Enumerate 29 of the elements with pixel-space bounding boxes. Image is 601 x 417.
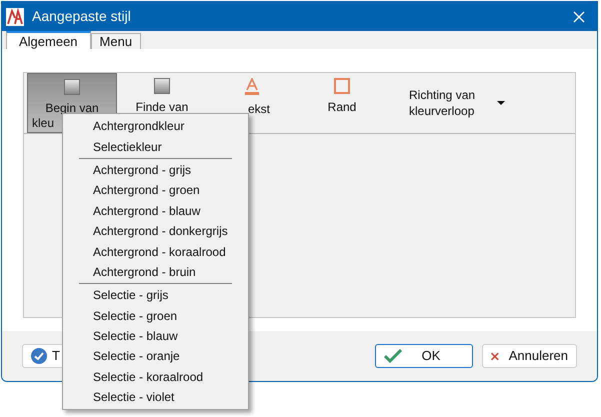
menu-item[interactable]: Selectie - blauw [63,326,248,346]
check-circle-icon [31,348,47,364]
border-icon [334,78,350,94]
color-swatch-icon [64,79,80,95]
cancel-button[interactable]: Annuleren [482,344,577,368]
menu-item[interactable]: Achtergrond - bruin [63,262,248,282]
menu-item[interactable]: Selectie - violet [63,387,248,408]
menu-item[interactable]: Selectie - koraalrood [63,366,248,388]
gradient-direction-dropdown[interactable]: Richting van kleurverloop [409,73,539,133]
tab[interactable]: Algemeen [6,31,91,49]
tab[interactable]: Menu [90,33,142,49]
menu-item[interactable]: Achtergrond - grijs [63,160,248,180]
color-swatch-icon [154,78,170,94]
menu-item[interactable]: Achtergrond - koraalrood [63,241,248,262]
menu-item[interactable]: Achtergrond - blauw [63,200,248,221]
toolbar-button[interactable]: Rand [297,73,387,133]
menu-item[interactable]: Achtergrond - donkergrijs [63,220,248,242]
menu-item[interactable]: Selectie - groen [63,306,248,326]
caret-icon [497,101,506,105]
menu-item[interactable]: Achtergrond - groen [63,180,248,201]
ok-button[interactable]: OK [375,344,473,368]
app-logo-icon [6,8,24,26]
text-color-icon [244,78,260,96]
check-icon [384,349,402,363]
window-title: Aangepaste stijl [32,7,132,26]
menu-item[interactable]: Selectiekleur [63,136,248,157]
menu-item[interactable]: Selectie - grijs [63,285,248,306]
menu-item[interactable]: Selectie - oranje [63,346,248,367]
close-icon[interactable] [573,10,585,22]
